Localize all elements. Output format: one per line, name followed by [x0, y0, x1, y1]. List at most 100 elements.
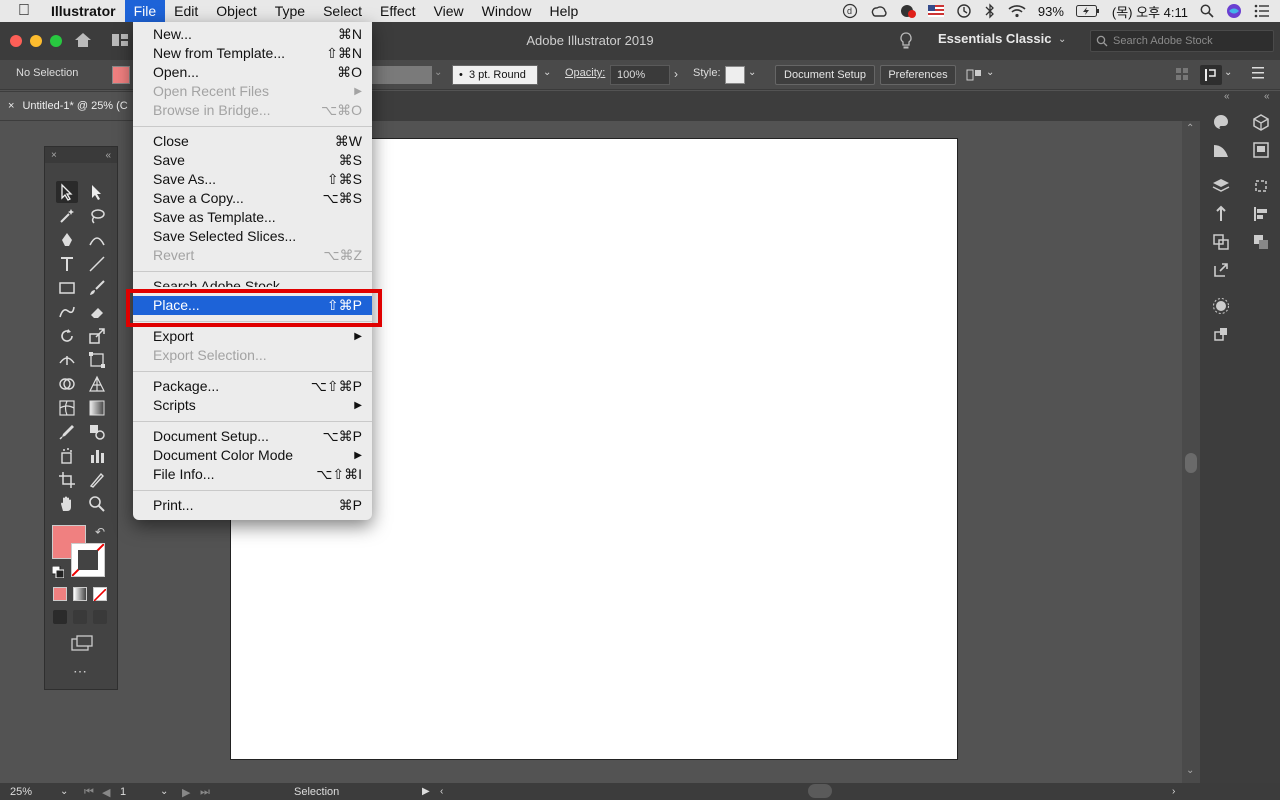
clock[interactable]: (목) 오후 4:11 — [1112, 2, 1188, 21]
draw-behind-icon[interactable] — [73, 610, 87, 624]
notification-badge-icon[interactable] — [900, 3, 916, 19]
scale-tool-icon[interactable] — [86, 325, 108, 347]
dropbox-icon[interactable]: d — [842, 3, 858, 19]
menu-item-document-setup[interactable]: Document Setup... ⌥⌘P — [133, 427, 372, 446]
collapse-panels-icon[interactable]: « — [1224, 91, 1230, 102]
notification-center-icon[interactable] — [1254, 4, 1270, 18]
scroll-up-icon[interactable]: ⌃ — [1186, 123, 1194, 134]
menu-help[interactable]: Help — [540, 0, 587, 22]
shaper-tool-icon[interactable] — [56, 301, 78, 323]
close-tab-icon[interactable]: × — [8, 100, 14, 112]
horizontal-scrollbar-thumb[interactable] — [808, 784, 832, 798]
chevron-down-icon[interactable]: ⌄ — [543, 67, 551, 78]
chevron-down-icon[interactable]: ⌄ — [986, 67, 994, 78]
menu-item-file-info[interactable]: File Info... ⌥⇧⌘I — [133, 465, 372, 484]
properties-panel-icon[interactable] — [1200, 65, 1222, 85]
previous-artboard-icon[interactable]: ◀ — [102, 786, 110, 799]
align-options-icon[interactable] — [966, 67, 982, 86]
zoom-tool-icon[interactable] — [86, 493, 108, 515]
opacity-field[interactable]: 100% — [610, 65, 670, 85]
asset-export-icon[interactable] — [1210, 203, 1232, 225]
artboards-icon[interactable] — [1210, 231, 1232, 253]
gradient-icon[interactable] — [1210, 139, 1232, 161]
eraser-tool-icon[interactable] — [86, 301, 108, 323]
align-icon[interactable] — [1250, 203, 1272, 225]
menu-item-close[interactable]: Close ⌘W — [133, 132, 372, 151]
bluetooth-icon[interactable] — [984, 3, 996, 19]
close-panel-icon[interactable]: × — [51, 150, 57, 161]
default-fill-stroke-icon[interactable] — [51, 565, 65, 583]
transform-grid-icon[interactable] — [1250, 175, 1272, 197]
shape-builder-tool-icon[interactable] — [56, 373, 78, 395]
menu-item-save-selected-slices[interactable]: Save Selected Slices... — [133, 227, 372, 246]
wifi-icon[interactable] — [1008, 4, 1026, 18]
gradient-mode-button[interactable] — [73, 587, 87, 601]
creative-cloud-icon[interactable] — [870, 3, 888, 19]
menu-type[interactable]: Type — [266, 0, 314, 22]
menu-file[interactable]: File — [124, 0, 166, 22]
workspace-switcher[interactable]: Essentials Classic — [938, 31, 1051, 46]
blend-tool-icon[interactable] — [86, 421, 108, 443]
slice-tool-icon[interactable] — [86, 469, 108, 491]
fill-color-swatch[interactable] — [112, 66, 130, 84]
mesh-tool-icon[interactable] — [56, 397, 78, 419]
menu-item-save[interactable]: Save ⌘S — [133, 151, 372, 170]
zoom-level[interactable]: 25% — [10, 786, 32, 798]
export-icon[interactable] — [1210, 259, 1232, 281]
chevron-down-icon[interactable]: ⌄ — [160, 786, 168, 797]
menu-item-scripts[interactable]: Scripts ▶ — [133, 396, 372, 415]
chevron-down-icon[interactable]: ⌄ — [748, 67, 756, 78]
change-screen-mode-icon[interactable] — [71, 635, 93, 656]
menu-item-save-as[interactable]: Save As... ⇧⌘S — [133, 170, 372, 189]
chevron-down-icon[interactable]: ⌄ — [60, 786, 68, 797]
menu-item-package[interactable]: Package... ⌥⇧⌘P — [133, 377, 372, 396]
paintbrush-tool-icon[interactable] — [86, 277, 108, 299]
menu-window[interactable]: Window — [473, 0, 541, 22]
time-machine-icon[interactable] — [956, 3, 972, 19]
vertical-scrollbar[interactable]: ⌃ ⌄ — [1182, 121, 1200, 783]
menu-item-print[interactable]: Print... ⌘P — [133, 496, 372, 515]
artboard-tool-icon[interactable] — [56, 469, 78, 491]
free-transform-tool-icon[interactable] — [86, 349, 108, 371]
menu-item-save-as-template[interactable]: Save as Template... — [133, 208, 372, 227]
symbol-sprayer-tool-icon[interactable] — [56, 445, 78, 467]
menu-item-new[interactable]: New... ⌘N — [133, 25, 372, 44]
draw-normal-icon[interactable] — [53, 610, 67, 624]
direct-selection-tool-icon[interactable] — [86, 181, 108, 203]
collapse-panel-icon[interactable]: « — [105, 150, 111, 161]
menu-view[interactable]: View — [425, 0, 473, 22]
menu-object[interactable]: Object — [207, 0, 265, 22]
properties-icon[interactable] — [1250, 139, 1272, 161]
lasso-tool-icon[interactable] — [86, 205, 108, 227]
preferences-button[interactable]: Preferences — [880, 65, 956, 85]
grid-icon[interactable] — [1176, 68, 1188, 83]
magic-wand-tool-icon[interactable] — [56, 205, 78, 227]
battery-charging-icon[interactable] — [1075, 5, 1100, 17]
column-graph-tool-icon[interactable] — [86, 445, 108, 467]
menu-item-new-from-template[interactable]: New from Template... ⇧⌘N — [133, 44, 372, 63]
curvature-tool-icon[interactable] — [86, 229, 108, 251]
line-segment-tool-icon[interactable] — [86, 253, 108, 275]
brush-definition-dropdown[interactable]: • 3 pt. Round — [452, 65, 538, 85]
document-tab[interactable]: × Untitled-1* @ 25% (C — [0, 92, 140, 120]
draw-inside-icon[interactable] — [93, 610, 107, 624]
width-tool-icon[interactable] — [56, 349, 78, 371]
swap-fill-stroke-icon[interactable]: ↶ — [95, 525, 105, 539]
libraries-icon[interactable] — [1250, 111, 1272, 133]
scroll-right-icon[interactable]: › — [1172, 786, 1175, 797]
siri-icon[interactable] — [1226, 3, 1242, 19]
first-artboard-icon[interactable]: ⏮ — [84, 786, 94, 799]
menu-edit[interactable]: Edit — [165, 0, 207, 22]
artboard-number[interactable]: 1 — [120, 786, 126, 798]
opacity-label[interactable]: Opacity: — [565, 67, 605, 79]
scrollbar-thumb[interactable] — [1185, 453, 1197, 473]
last-artboard-icon[interactable]: ⏭ — [200, 786, 210, 799]
spotlight-search-icon[interactable] — [1200, 4, 1214, 18]
perspective-grid-tool-icon[interactable] — [86, 373, 108, 395]
gradient-tool-icon[interactable] — [86, 397, 108, 419]
rotate-tool-icon[interactable] — [56, 325, 78, 347]
menu-item-save-a-copy[interactable]: Save a Copy... ⌥⌘S — [133, 189, 372, 208]
layers-icon[interactable] — [1210, 175, 1232, 197]
menu-effect[interactable]: Effect — [371, 0, 425, 22]
next-artboard-icon[interactable]: ▶ — [182, 786, 190, 799]
